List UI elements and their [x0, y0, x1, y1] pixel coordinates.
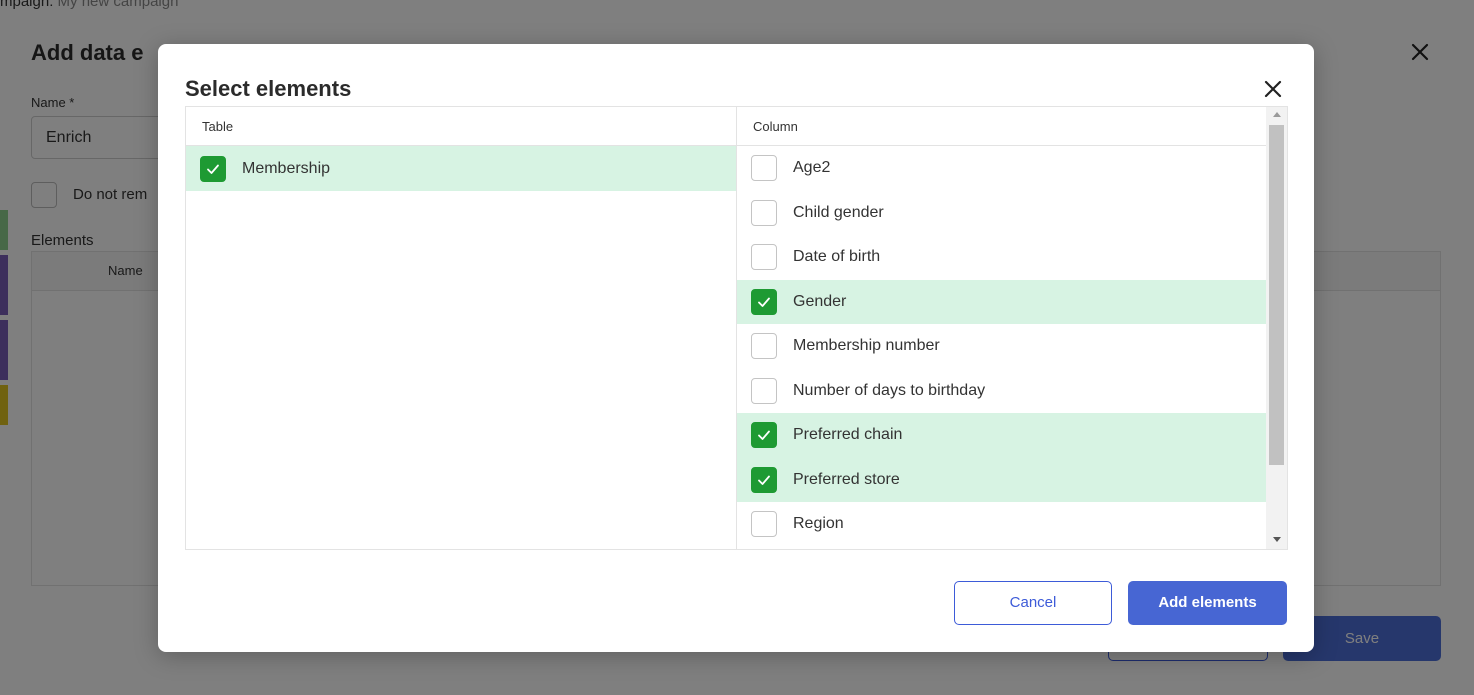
column-row-label: Preferred chain: [793, 426, 903, 444]
checkbox[interactable]: [751, 511, 777, 538]
column-row-label: Date of birth: [793, 248, 881, 266]
checkmark-icon: [207, 164, 219, 174]
column-row[interactable]: Gender: [737, 279, 1287, 324]
column-column: Column Age2 Child gender Date of birth Gend…: [737, 107, 1287, 549]
column-row[interactable]: Membership number: [737, 324, 1287, 369]
table-column: Table Membership: [186, 107, 737, 549]
column-row-label: Membership number: [793, 337, 940, 355]
checkbox[interactable]: [751, 422, 777, 449]
column-row[interactable]: Preferred chain: [737, 413, 1287, 458]
column-row-label: Age2: [793, 159, 831, 177]
checkbox[interactable]: [751, 199, 777, 226]
checkbox[interactable]: [200, 155, 226, 182]
column-row-label: Preferred store: [793, 470, 900, 488]
column-row-label: Region: [793, 515, 844, 533]
column-row[interactable]: Preferred store: [737, 457, 1287, 502]
scroll-up-icon[interactable]: [1273, 112, 1281, 117]
checkbox[interactable]: [751, 288, 777, 315]
column-row-label: Number of days to birthday: [793, 381, 986, 399]
select-elements-dialog: Select elements Table Membership Column …: [158, 44, 1314, 652]
column-row[interactable]: Region: [737, 502, 1287, 547]
column-scrollbar[interactable]: [1266, 107, 1287, 549]
scrollbar-thumb[interactable]: [1269, 125, 1284, 465]
selection-panel: Table Membership Column Age2 Child gender…: [185, 106, 1288, 550]
column-row[interactable]: Number of days to birthday: [737, 369, 1287, 414]
column-row[interactable]: Child gender: [737, 191, 1287, 236]
close-icon[interactable]: [1261, 77, 1285, 101]
dialog-title: Select elements: [185, 76, 352, 101]
column-row-label: Child gender: [793, 203, 884, 221]
checkbox[interactable]: [751, 333, 777, 360]
checkmark-icon: [758, 297, 770, 307]
column-row[interactable]: Age2: [737, 146, 1287, 191]
checkbox[interactable]: [751, 244, 777, 271]
table-row[interactable]: Membership: [186, 146, 736, 191]
column-list: Age2 Child gender Date of birth Gender Membe…: [737, 146, 1287, 547]
table-list: Membership: [186, 146, 736, 191]
add-elements-button[interactable]: Add elements: [1128, 581, 1287, 625]
checkbox[interactable]: [751, 377, 777, 404]
checkmark-icon: [758, 475, 770, 485]
checkmark-icon: [758, 430, 770, 441]
table-row-label: Membership: [242, 159, 331, 177]
scroll-down-icon[interactable]: [1273, 537, 1281, 542]
column-row-label: Gender: [793, 292, 847, 310]
column-header: Column: [737, 107, 1287, 146]
checkbox[interactable]: [751, 155, 777, 182]
column-row[interactable]: Date of birth: [737, 235, 1287, 280]
checkbox[interactable]: [751, 466, 777, 493]
cancel-button[interactable]: Cancel: [954, 581, 1112, 625]
table-header: Table: [186, 107, 736, 146]
